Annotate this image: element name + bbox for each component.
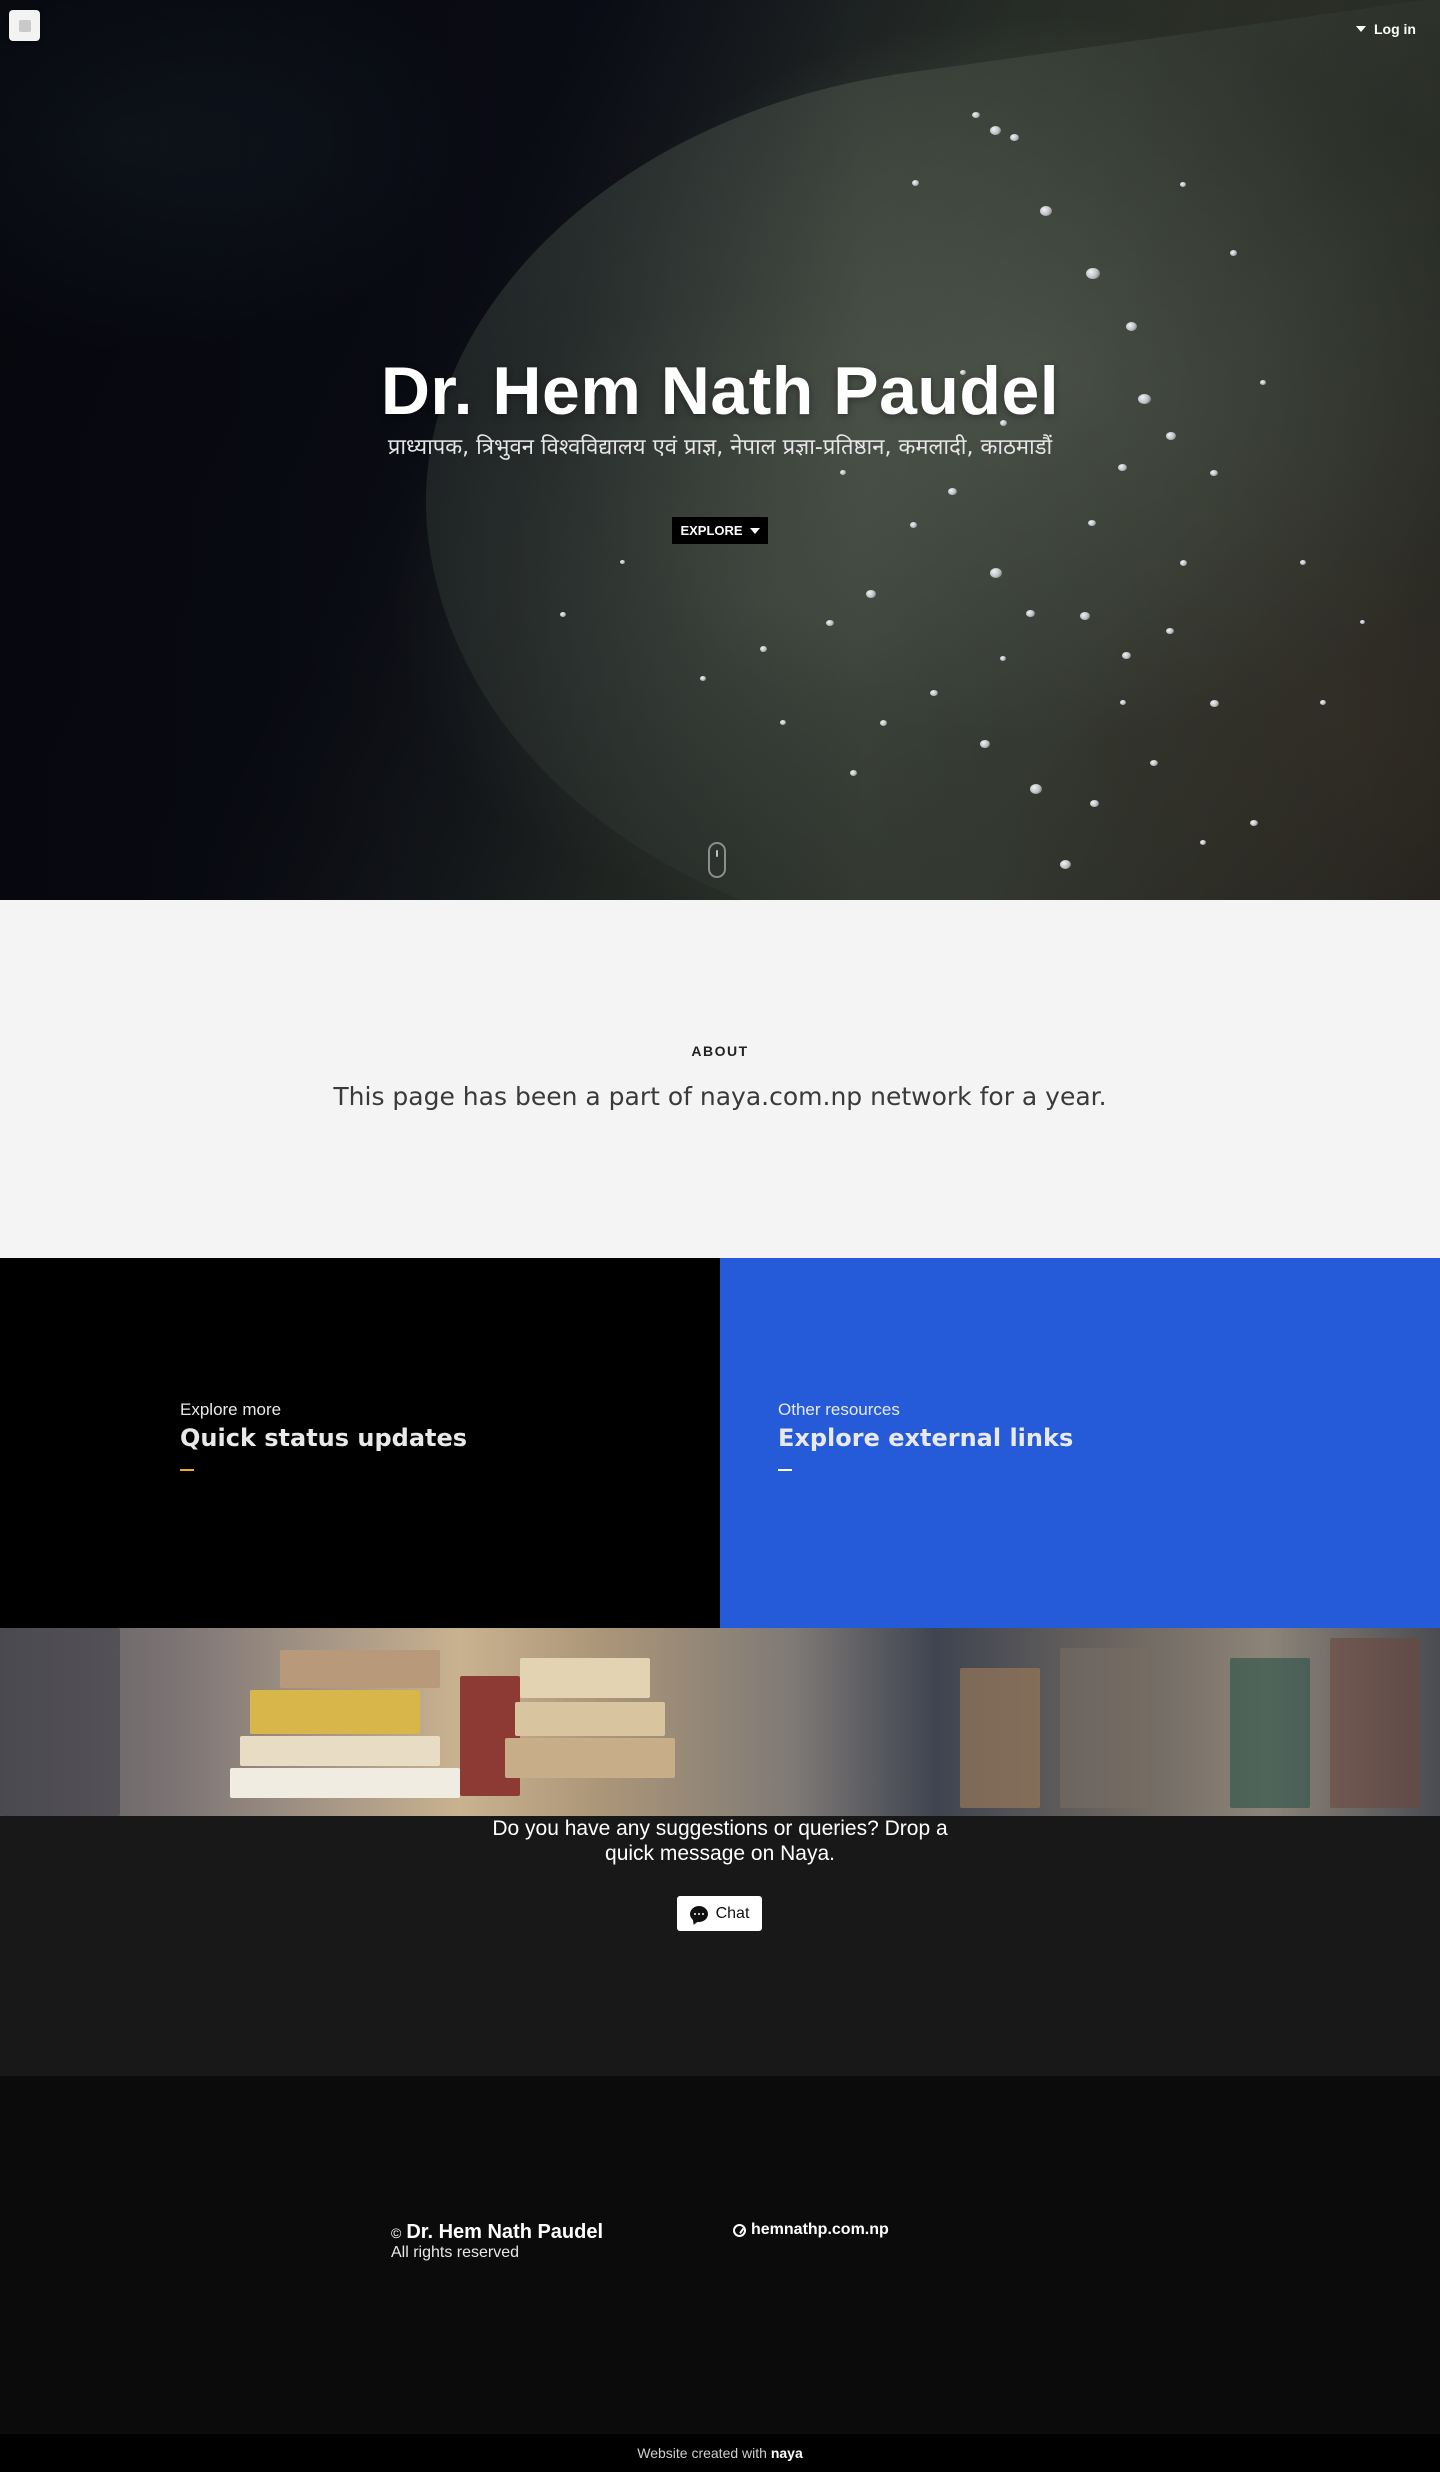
hero-title: Dr. Hem Nath Paudel [380,353,1060,429]
login-label: Log in [1374,21,1416,37]
water-drop [1150,760,1158,766]
water-drop [1026,610,1035,617]
water-drop [1360,620,1365,624]
water-drop [930,690,938,696]
tile-accent-dash [778,1469,792,1471]
water-drop [840,470,846,475]
books-banner-image [0,1628,1440,1816]
water-drop [1320,700,1326,705]
water-drop [1040,206,1052,216]
footer-copyright: © Dr. Hem Nath Paudel [391,2221,603,2244]
water-drop [1086,268,1100,279]
water-drop [866,590,876,598]
water-drop [948,488,957,495]
credit-prefix: Website created with [637,2445,767,2461]
chat-button[interactable]: Chat [677,1896,762,1931]
water-drop [1210,700,1219,707]
footer-site-link[interactable]: hemnathp.com.np [733,2221,889,2239]
water-drop [880,720,887,726]
tile-heading: Quick status updates [180,1424,468,1452]
water-drop [1118,464,1127,471]
external-links-tile[interactable]: Other resources Explore external links [720,1258,1440,1628]
footer: © Dr. Hem Nath Paudel All rights reserve… [0,2076,1440,2434]
water-drop [1122,652,1131,659]
water-drop [972,112,980,118]
tile-heading: Explore external links [778,1424,1074,1452]
water-drop [980,740,990,748]
water-drop [1000,656,1006,661]
logo-icon [18,19,31,32]
water-drop [850,770,857,776]
contact-section: Do you have any suggestions or queries? … [0,1816,1440,2076]
credit-brand: naya [770,2445,803,2461]
credit-text[interactable]: Website created with naya [0,2445,1440,2461]
water-drop [1300,560,1306,565]
about-text: This page has been a part of naya.com.np… [333,1082,1107,1111]
water-drop [910,522,917,528]
footer-rights: All rights reserved [391,2244,520,2261]
hero-section: Log in Dr. Hem Nath Paudel प्राध्यापक, त… [0,0,1440,900]
water-drop [1080,612,1090,620]
caret-down-icon [749,527,760,534]
water-drop [560,612,566,617]
water-drop [990,568,1002,578]
water-drop [1088,520,1096,526]
water-drop [1230,250,1237,256]
water-drop [1120,700,1126,705]
scroll-down-icon[interactable] [708,842,726,878]
water-drop [1250,820,1258,826]
water-drop [1180,182,1186,187]
about-label: ABOUT [691,1043,749,1059]
hero-subtitle: प्राध्यापक, त्रिभुवन विश्वविद्यालय एवं प… [387,435,1053,460]
credit-bar: Website created with naya [0,2434,1440,2472]
caret-down-icon [1356,26,1366,32]
tile-accent-dash [180,1469,194,1471]
water-drop [1166,628,1174,634]
status-updates-tile[interactable]: Explore more Quick status updates [0,1258,720,1628]
chat-bubble-icon [689,1905,708,1922]
copyright-icon: © [391,2225,402,2241]
water-drop [1090,800,1099,807]
water-drop [1010,134,1019,141]
water-drop [912,180,919,186]
water-drop [1180,560,1187,566]
tile-kicker: Explore more [180,1400,282,1419]
water-drop [1030,784,1042,794]
water-drop [1166,432,1176,440]
water-drop [620,560,625,564]
water-drop [700,676,706,681]
water-drop [990,126,1001,135]
login-button[interactable]: Log in [1356,20,1416,38]
site-logo-button[interactable] [9,10,40,41]
tile-kicker: Other resources [778,1400,900,1419]
contact-text: Do you have any suggestions or queries? … [492,1817,948,1865]
explore-button[interactable]: EXPLORE [672,517,768,544]
water-drop [1060,860,1071,869]
chat-label: Chat [715,1904,750,1922]
water-drop [1126,322,1137,331]
water-drop [1200,840,1206,845]
footer-name: Dr. Hem Nath Paudel [406,2221,604,2243]
water-drop [760,646,767,652]
site-link-label: hemnathp.com.np [751,2221,889,2238]
water-drop [780,720,786,725]
water-drop [826,620,834,626]
about-section: ABOUT This page has been a part of naya.… [0,900,1440,1258]
explore-label: EXPLORE [680,523,743,538]
water-drop [1210,470,1218,476]
link-icon [733,2223,746,2237]
